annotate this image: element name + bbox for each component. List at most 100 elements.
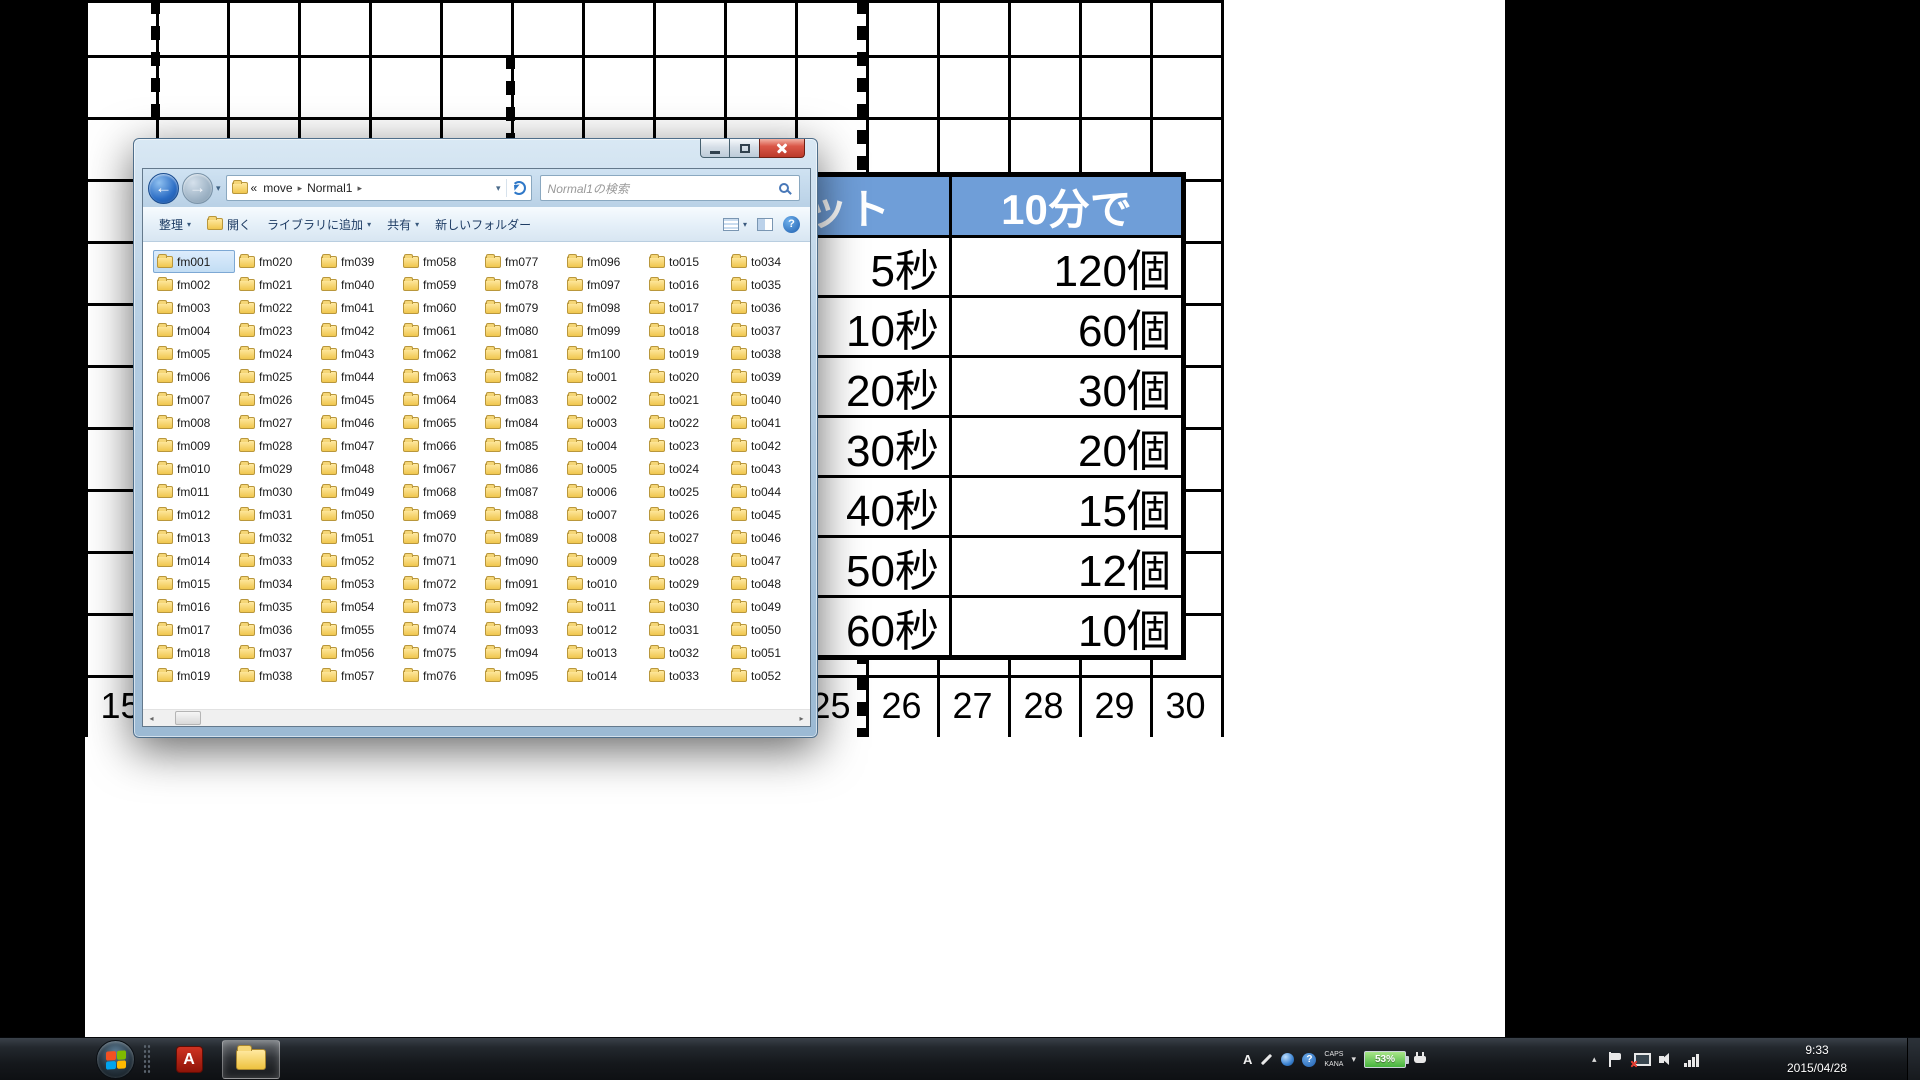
folder-item[interactable]: fm007	[153, 388, 235, 411]
volume-icon[interactable]	[1659, 1053, 1673, 1066]
folder-item[interactable]: fm045	[317, 388, 399, 411]
folder-item[interactable]: fm025	[235, 365, 317, 388]
folder-item[interactable]: to016	[645, 273, 727, 296]
folder-item[interactable]: to048	[727, 572, 809, 595]
network-status-icon[interactable]	[1633, 1053, 1648, 1066]
folder-item[interactable]: fm051	[317, 526, 399, 549]
folder-item[interactable]: fm004	[153, 319, 235, 342]
scroll-left-icon[interactable]: ◂	[143, 710, 160, 727]
folder-item[interactable]: to006	[563, 480, 645, 503]
folder-item[interactable]: to023	[645, 434, 727, 457]
folder-item[interactable]: fm073	[399, 595, 481, 618]
folder-item[interactable]: fm041	[317, 296, 399, 319]
folder-item[interactable]: to050	[727, 618, 809, 641]
folder-item[interactable]: fm024	[235, 342, 317, 365]
folder-item[interactable]: fm088	[481, 503, 563, 526]
folder-item[interactable]: to024	[645, 457, 727, 480]
folder-item[interactable]: to035	[727, 273, 809, 296]
power-plug-icon[interactable]	[1414, 1052, 1426, 1067]
folder-item[interactable]: fm071	[399, 549, 481, 572]
folder-item[interactable]: fm079	[481, 296, 563, 319]
folder-item[interactable]: fm010	[153, 457, 235, 480]
folder-item[interactable]: to025	[645, 480, 727, 503]
folder-item[interactable]: fm091	[481, 572, 563, 595]
folder-item[interactable]: to009	[563, 549, 645, 572]
folder-item[interactable]: fm077	[481, 250, 563, 273]
folder-item[interactable]: to049	[727, 595, 809, 618]
folder-item[interactable]: fm018	[153, 641, 235, 664]
start-button[interactable]	[96, 1040, 135, 1079]
folder-item[interactable]: to042	[727, 434, 809, 457]
close-button[interactable]	[759, 139, 805, 158]
folder-item[interactable]: fm030	[235, 480, 317, 503]
folder-item[interactable]: to051	[727, 641, 809, 664]
folder-item[interactable]: fm015	[153, 572, 235, 595]
folder-item[interactable]: fm089	[481, 526, 563, 549]
forward-button[interactable]: →	[182, 173, 213, 204]
back-button[interactable]: ←	[148, 173, 179, 204]
action-center-flag-icon[interactable]	[1608, 1052, 1622, 1067]
folder-item[interactable]: fm046	[317, 411, 399, 434]
folder-item[interactable]: fm047	[317, 434, 399, 457]
folder-item[interactable]: to014	[563, 664, 645, 687]
caps-kana-indicator[interactable]: CAPS KANA	[1324, 1050, 1343, 1068]
breadcrumb-collapsed[interactable]: «	[251, 181, 258, 195]
language-sphere-icon[interactable]	[1281, 1053, 1294, 1066]
folder-item[interactable]: fm080	[481, 319, 563, 342]
folder-item[interactable]: fm042	[317, 319, 399, 342]
folder-item[interactable]: fm028	[235, 434, 317, 457]
folder-item[interactable]: fm095	[481, 664, 563, 687]
folder-item[interactable]: fm062	[399, 342, 481, 365]
folder-item[interactable]: fm043	[317, 342, 399, 365]
address-bar[interactable]: « move ▸ Normal1 ▸ ▾	[226, 175, 532, 201]
folder-item[interactable]: to017	[645, 296, 727, 319]
folder-item[interactable]: fm063	[399, 365, 481, 388]
folder-item[interactable]: fm039	[317, 250, 399, 273]
folder-item[interactable]: fm074	[399, 618, 481, 641]
folder-item[interactable]: fm038	[235, 664, 317, 687]
folder-item[interactable]: fm061	[399, 319, 481, 342]
folder-item[interactable]: to029	[645, 572, 727, 595]
share-menu[interactable]: 共有 ▾	[387, 216, 419, 233]
folder-item[interactable]: fm096	[563, 250, 645, 273]
folder-item[interactable]: to030	[645, 595, 727, 618]
folder-item[interactable]: fm087	[481, 480, 563, 503]
taskbar-clock[interactable]: 9:33 2015/04/28	[1762, 1038, 1872, 1080]
folder-item[interactable]: fm057	[317, 664, 399, 687]
folder-item[interactable]: to031	[645, 618, 727, 641]
hidden-icons-chevron-icon[interactable]: ▴	[1592, 1054, 1597, 1065]
folder-item[interactable]: to027	[645, 526, 727, 549]
folder-item[interactable]: fm076	[399, 664, 481, 687]
folder-item[interactable]: fm016	[153, 595, 235, 618]
folder-item[interactable]: to018	[645, 319, 727, 342]
folder-item[interactable]: to021	[645, 388, 727, 411]
ime-mode-indicator[interactable]: A	[1243, 1052, 1252, 1067]
scroll-right-icon[interactable]: ▸	[793, 710, 810, 727]
folder-item[interactable]: fm023	[235, 319, 317, 342]
folder-item[interactable]: fm064	[399, 388, 481, 411]
folder-item[interactable]: fm098	[563, 296, 645, 319]
folder-item[interactable]: fm078	[481, 273, 563, 296]
horizontal-scrollbar[interactable]: ◂ ▸	[143, 709, 810, 726]
folder-item[interactable]: fm001	[153, 250, 235, 273]
folder-item[interactable]: fm027	[235, 411, 317, 434]
folder-item[interactable]: fm072	[399, 572, 481, 595]
folder-item[interactable]: to038	[727, 342, 809, 365]
folder-item[interactable]: to047	[727, 549, 809, 572]
folder-item[interactable]: fm093	[481, 618, 563, 641]
folder-item[interactable]: fm053	[317, 572, 399, 595]
folder-item[interactable]: to034	[727, 250, 809, 273]
adobe-reader-taskbar-button[interactable]: A	[160, 1040, 218, 1079]
folder-item[interactable]: to032	[645, 641, 727, 664]
folder-item[interactable]: fm070	[399, 526, 481, 549]
organize-menu[interactable]: 整理 ▾	[159, 216, 191, 233]
refresh-icon[interactable]	[512, 181, 526, 195]
scrollbar-thumb[interactable]	[175, 711, 201, 725]
folder-item[interactable]: fm049	[317, 480, 399, 503]
add-to-library-menu[interactable]: ライブラリに追加 ▾	[267, 216, 371, 233]
folder-item[interactable]: to037	[727, 319, 809, 342]
folder-item[interactable]: fm006	[153, 365, 235, 388]
help-icon[interactable]: ?	[783, 216, 800, 233]
folder-item[interactable]: fm055	[317, 618, 399, 641]
folder-item[interactable]: fm069	[399, 503, 481, 526]
